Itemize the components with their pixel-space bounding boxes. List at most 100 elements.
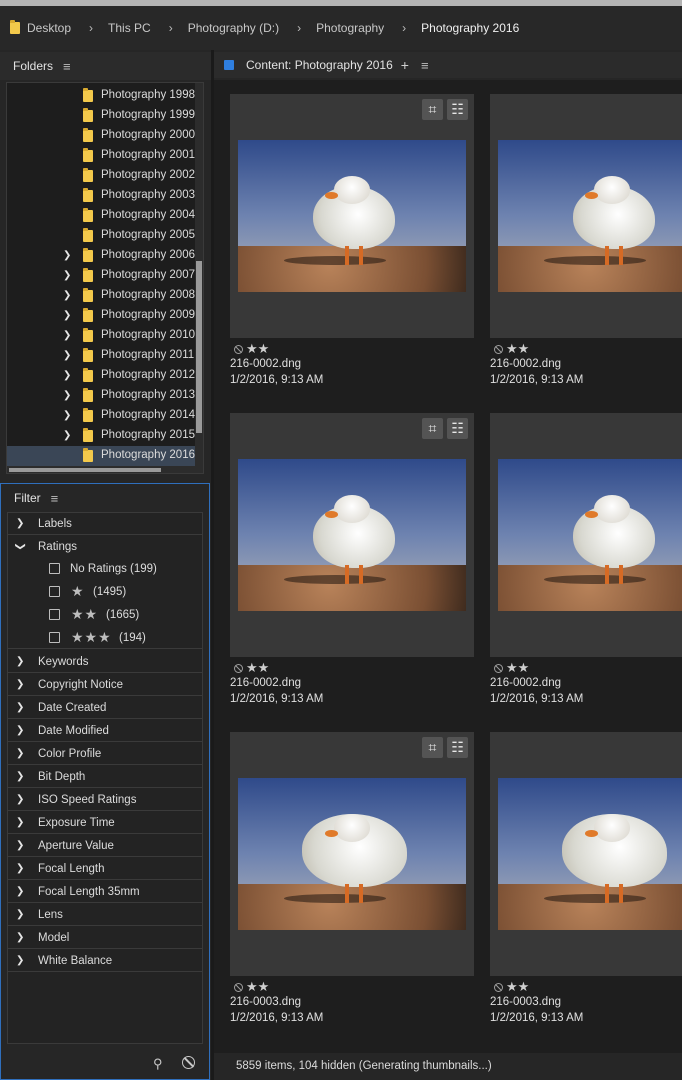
breadcrumb-item[interactable]: Photography 2016 — [421, 21, 519, 35]
filter-menu-icon[interactable]: ≡ — [51, 491, 59, 506]
thumbnail-image[interactable] — [498, 140, 682, 292]
chevron-right-icon[interactable]: ❯ — [63, 370, 71, 381]
thumbnail-card[interactable] — [490, 94, 682, 338]
crop-icon[interactable]: ⌗ — [422, 418, 443, 439]
thumbnail-card[interactable] — [490, 732, 682, 976]
filter-category[interactable]: ❯ White Balance — [8, 950, 202, 972]
breadcrumb-item[interactable]: This PC — [108, 21, 151, 35]
thumbnail-cell[interactable]: ⌗ ☷ ★★ 216-0002.dng 1/2/2016, 9:13 AM — [230, 94, 475, 404]
thumbnail-cell[interactable]: ★★ 216-0003.dng 1/2/2016, 9:13 AM — [490, 732, 682, 1042]
chevron-right-icon[interactable]: ❯ — [63, 250, 71, 261]
chevron-right-icon[interactable]: ❯ — [16, 909, 24, 920]
filter-category[interactable]: ❯ Lens — [8, 904, 202, 926]
rating-filter-option[interactable]: ★★ (1665) — [8, 604, 202, 626]
rating-checkbox[interactable] — [49, 609, 60, 620]
filter-category[interactable]: ❯ Focal Length — [8, 858, 202, 880]
filter-category[interactable]: ❯ Focal Length 35mm — [8, 881, 202, 903]
content-panel-title[interactable]: Content: Photography 2016 — [246, 58, 393, 72]
chevron-right-icon[interactable]: ❯ — [16, 702, 24, 713]
pin-filter-icon[interactable]: ⚲ — [153, 1056, 163, 1072]
filter-category[interactable]: ❯ Date Modified — [8, 720, 202, 742]
thumbnail-image[interactable] — [498, 459, 682, 611]
thumbnail-rating-stars[interactable]: ★★ — [246, 660, 269, 676]
chevron-right-icon[interactable]: ❯ — [63, 330, 71, 341]
chevron-down-icon[interactable]: ❯ — [15, 542, 26, 550]
folder-tree-item[interactable]: ❯ Photography 2015 — [7, 426, 197, 446]
chevron-right-icon[interactable]: ❯ — [16, 817, 24, 828]
thumbnail-rating-stars[interactable]: ★★ — [246, 341, 269, 357]
folders-menu-icon[interactable]: ≡ — [63, 59, 71, 74]
adjustments-icon[interactable]: ☷ — [447, 99, 468, 120]
rating-checkbox[interactable] — [49, 586, 60, 597]
folders-horizontal-scroll-thumb[interactable] — [9, 468, 161, 472]
reject-icon[interactable] — [234, 983, 243, 992]
reject-icon[interactable] — [494, 983, 503, 992]
rating-filter-option[interactable]: ★★★ (194) — [8, 627, 202, 649]
add-content-tab-icon[interactable]: + — [401, 57, 409, 73]
rating-checkbox[interactable] — [49, 632, 60, 643]
reject-icon[interactable] — [234, 345, 243, 354]
chevron-right-icon[interactable]: ❯ — [63, 390, 71, 401]
filter-category[interactable]: ❯ Aperture Value — [8, 835, 202, 857]
thumbnail-card[interactable]: ⌗ ☷ — [230, 732, 474, 976]
chevron-right-icon[interactable]: ❯ — [16, 771, 24, 782]
folder-tree-item[interactable]: ❯ Photography 2011 — [7, 346, 197, 366]
filter-category[interactable]: ❯ Model — [8, 927, 202, 949]
chevron-right-icon[interactable]: ❯ — [63, 430, 71, 441]
chevron-right-icon[interactable]: ❯ — [63, 310, 71, 321]
chevron-right-icon[interactable]: ❯ — [63, 410, 71, 421]
chevron-right-icon[interactable]: ❯ — [16, 955, 24, 966]
folder-tree-item[interactable]: ❯ Photography 2006 — [7, 246, 197, 266]
reject-icon[interactable] — [234, 664, 243, 673]
folder-tree-item[interactable]: ❯ Photography 2012 — [7, 366, 197, 386]
thumbnail-card[interactable]: ⌗ ☷ — [230, 413, 474, 657]
folder-tree-item[interactable]: Photography 1999 — [7, 106, 197, 126]
thumbnail-image[interactable] — [238, 459, 466, 611]
adjustments-icon[interactable]: ☷ — [447, 737, 468, 758]
folder-tree-item[interactable]: Photography 2004 — [7, 206, 197, 226]
thumbnail-card[interactable]: ⌗ ☷ — [230, 94, 474, 338]
filter-category[interactable]: ❯ Bit Depth — [8, 766, 202, 788]
folders-horizontal-scrollbar[interactable] — [7, 466, 203, 473]
reject-icon[interactable] — [494, 345, 503, 354]
thumbnail-image[interactable] — [238, 140, 466, 292]
folder-tree-item[interactable]: Photography 2003 — [7, 186, 197, 206]
chevron-right-icon[interactable]: ❯ — [63, 270, 71, 281]
folder-tree-item[interactable]: Photography 2016 — [7, 446, 195, 466]
folders-vertical-scroll-thumb[interactable] — [196, 261, 202, 433]
chevron-right-icon[interactable]: ❯ — [16, 794, 24, 805]
folder-tree-item[interactable]: Photography 2000 — [7, 126, 197, 146]
crop-icon[interactable]: ⌗ — [422, 737, 443, 758]
rating-filter-option[interactable]: ★ (1495) — [8, 581, 202, 603]
folder-tree-item[interactable]: ❯ Photography 2014 — [7, 406, 197, 426]
crop-icon[interactable]: ⌗ — [422, 99, 443, 120]
thumbnail-cell[interactable]: ★★ 216-0002.dng 1/2/2016, 9:13 AM — [490, 94, 682, 404]
reject-icon[interactable] — [494, 664, 503, 673]
chevron-right-icon[interactable]: ❯ — [16, 932, 24, 943]
thumbnail-rating-stars[interactable]: ★★ — [506, 341, 529, 357]
chevron-right-icon[interactable]: ❯ — [16, 886, 24, 897]
thumbnail-cell[interactable]: ★★ 216-0002.dng 1/2/2016, 9:13 AM — [490, 413, 682, 723]
thumbnail-rating-stars[interactable]: ★★ — [246, 979, 269, 995]
chevron-right-icon[interactable]: ❯ — [16, 518, 24, 529]
filter-category[interactable]: ❯ Ratings — [8, 536, 202, 558]
folder-tree-item[interactable]: ❯ Photography 2013 — [7, 386, 197, 406]
chevron-right-icon[interactable]: ❯ — [63, 350, 71, 361]
thumbnail-image[interactable] — [498, 778, 682, 930]
rating-checkbox[interactable] — [49, 563, 60, 574]
breadcrumb-item[interactable]: Photography — [316, 21, 384, 35]
filter-category[interactable]: ❯ ISO Speed Ratings — [8, 789, 202, 811]
chevron-right-icon[interactable]: ❯ — [16, 725, 24, 736]
breadcrumb-item[interactable]: Desktop — [27, 21, 71, 35]
filter-category[interactable]: ❯ Keywords — [8, 651, 202, 673]
folders-tree[interactable]: Photography 1998 Photography 1999 Photogra… — [6, 82, 204, 474]
folder-tree-item[interactable]: Photography 2001 — [7, 146, 197, 166]
chevron-right-icon[interactable]: ❯ — [16, 863, 24, 874]
thumbnail-grid[interactable]: ⌗ ☷ ★★ 216-0002.dng 1/2/2016, 9:13 AM ★★ 216-0… — [214, 80, 682, 1060]
thumbnail-rating-stars[interactable]: ★★ — [506, 660, 529, 676]
folder-tree-item[interactable]: ❯ Photography 2008 — [7, 286, 197, 306]
filter-category[interactable]: ❯ Labels — [8, 513, 202, 535]
adjustments-icon[interactable]: ☷ — [447, 418, 468, 439]
filter-category[interactable]: ❯ Date Created — [8, 697, 202, 719]
chevron-right-icon[interactable]: ❯ — [16, 656, 24, 667]
